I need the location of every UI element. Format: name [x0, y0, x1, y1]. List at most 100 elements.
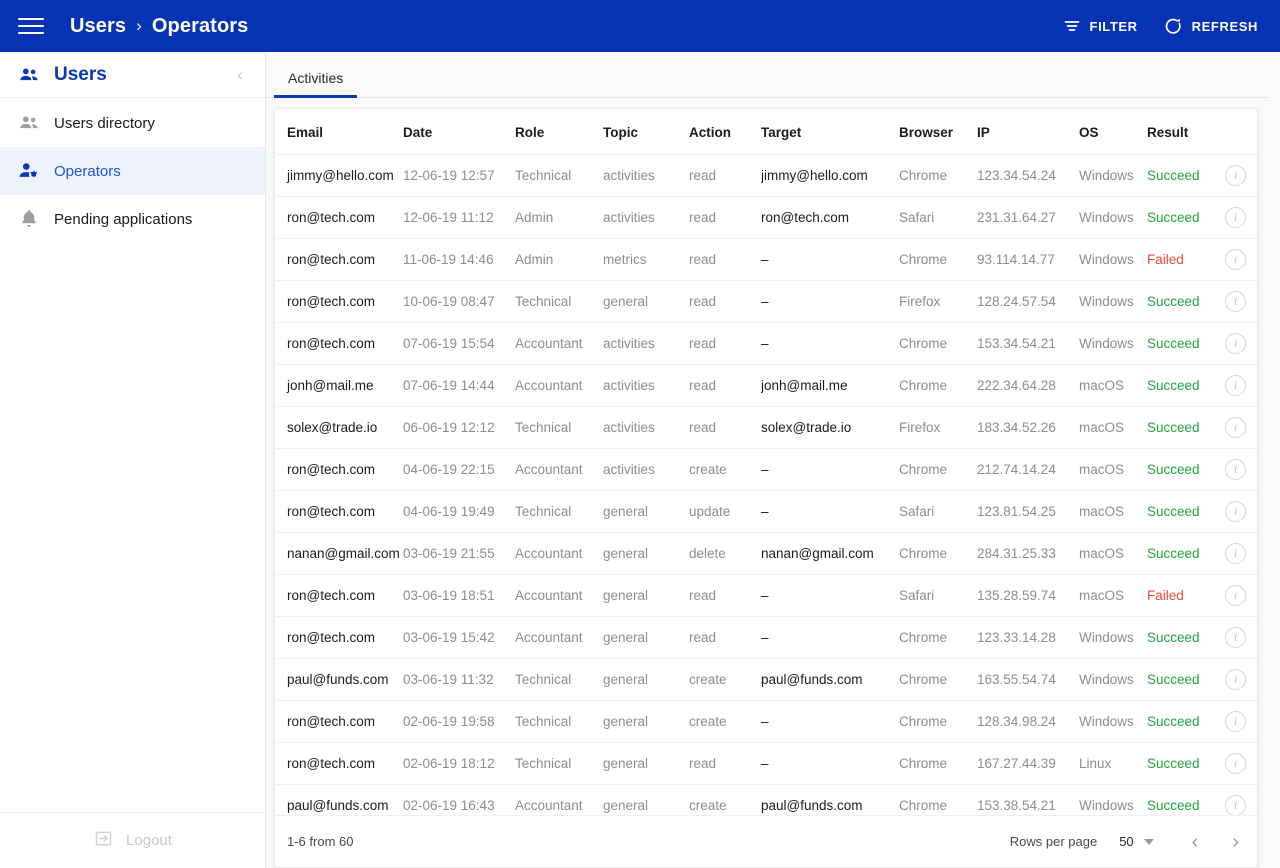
- table-row[interactable]: solex@trade.io 06-06-19 12:12 Technical act…: [275, 406, 1257, 449]
- table-row[interactable]: ron@tech.com 04-06-19 22:15 Accountant acti…: [275, 448, 1257, 491]
- info-icon[interactable]: i: [1225, 459, 1246, 480]
- cell-browser: Chrome: [899, 532, 977, 575]
- table-row[interactable]: ron@tech.com 04-06-19 19:49 Technical gener…: [275, 490, 1257, 533]
- column-header-role[interactable]: Role: [515, 109, 603, 155]
- cell-email: ron@tech.com: [275, 322, 403, 365]
- cell-browser: Chrome: [899, 364, 977, 407]
- cell-os: macOS: [1079, 406, 1147, 449]
- info-icon[interactable]: i: [1225, 501, 1246, 522]
- table-row[interactable]: paul@funds.com 02-06-19 16:43 Accountant ge…: [275, 784, 1257, 815]
- cell-date: 10-06-19 08:47: [403, 280, 515, 323]
- sidebar-item-pending-applications[interactable]: Pending applications: [0, 195, 265, 243]
- cell-os: Windows: [1079, 322, 1147, 365]
- cell-role: Technical: [515, 280, 603, 323]
- cell-info: i: [1225, 154, 1257, 197]
- cell-email: ron@tech.com: [275, 238, 403, 281]
- filter-button[interactable]: FILTER: [1063, 17, 1138, 35]
- person-settings-icon: [18, 160, 54, 182]
- people-outline-icon: [18, 112, 54, 134]
- table-row[interactable]: ron@tech.com 02-06-19 19:58 Technical gener…: [275, 700, 1257, 743]
- sidebar-item-operators[interactable]: Operators: [0, 147, 265, 195]
- info-icon[interactable]: i: [1225, 249, 1246, 270]
- cell-target: jimmy@hello.com: [761, 154, 899, 197]
- cell-action: read: [689, 742, 761, 785]
- tab-activities[interactable]: Activities: [274, 70, 358, 98]
- refresh-button[interactable]: REFRESH: [1164, 17, 1258, 36]
- sidebar-title: Users: [54, 63, 107, 85]
- column-header-action[interactable]: Action: [689, 109, 761, 155]
- table-row[interactable]: ron@tech.com 11-06-19 14:46 Admin metrics re…: [275, 238, 1257, 281]
- table-row[interactable]: ron@tech.com 07-06-19 15:54 Accountant acti…: [275, 322, 1257, 365]
- table-row[interactable]: ron@tech.com 12-06-19 11:12 Admin activitie…: [275, 196, 1257, 239]
- cell-ip: 123.33.14.28: [977, 616, 1079, 659]
- info-icon[interactable]: i: [1225, 627, 1246, 648]
- people-icon: [18, 64, 54, 86]
- cell-target: –: [761, 616, 899, 659]
- cell-result: Succeed: [1147, 742, 1225, 785]
- info-icon[interactable]: i: [1225, 207, 1246, 228]
- breadcrumb: Users › Operators: [70, 15, 248, 38]
- column-header-ip[interactable]: IP: [977, 109, 1079, 155]
- cell-role: Accountant: [515, 322, 603, 365]
- cell-os: Windows: [1079, 700, 1147, 743]
- table-row[interactable]: nanan@gmail.com 03-06-19 21:55 Accountant g…: [275, 532, 1257, 575]
- info-icon[interactable]: i: [1225, 333, 1246, 354]
- info-icon[interactable]: i: [1225, 291, 1246, 312]
- cell-info: i: [1225, 700, 1257, 743]
- chevron-left-icon[interactable]: ‹: [231, 62, 249, 87]
- column-header-email[interactable]: Email: [275, 109, 403, 155]
- cell-date: 12-06-19 12:57: [403, 154, 515, 197]
- cell-target: –: [761, 280, 899, 323]
- info-icon[interactable]: i: [1225, 417, 1246, 438]
- table-row[interactable]: jonh@mail.me 07-06-19 14:44 Accountant acti…: [275, 364, 1257, 407]
- logout-button[interactable]: Logout: [0, 812, 265, 868]
- cell-email: ron@tech.com: [275, 448, 403, 491]
- cell-email: paul@funds.com: [275, 784, 403, 815]
- cell-role: Admin: [515, 196, 603, 239]
- table-row[interactable]: ron@tech.com 02-06-19 18:12 Technical gener…: [275, 742, 1257, 785]
- sidebar-header: Users ‹: [0, 52, 265, 98]
- cell-os: Windows: [1079, 784, 1147, 815]
- info-icon[interactable]: i: [1225, 585, 1246, 606]
- info-icon[interactable]: i: [1225, 795, 1246, 815]
- next-page-button[interactable]: ›: [1228, 830, 1243, 854]
- column-header-date[interactable]: Date: [403, 109, 515, 155]
- cell-date: 02-06-19 19:58: [403, 700, 515, 743]
- cell-os: macOS: [1079, 574, 1147, 617]
- column-header-info: [1225, 109, 1257, 155]
- info-icon[interactable]: i: [1225, 543, 1246, 564]
- table-row[interactable]: jimmy@hello.com 12-06-19 12:57 Technical ac…: [275, 154, 1257, 197]
- cell-topic: activities: [603, 196, 689, 239]
- breadcrumb-item-operators[interactable]: Operators: [152, 15, 249, 38]
- table-footer: 1-6 from 60 Rows per page 50 ‹ ›: [275, 815, 1257, 867]
- prev-page-button[interactable]: ‹: [1188, 830, 1203, 854]
- column-header-target[interactable]: Target: [761, 109, 899, 155]
- breadcrumb-item-users[interactable]: Users: [70, 15, 126, 38]
- refresh-label: REFRESH: [1191, 18, 1258, 34]
- cell-target: nanan@gmail.com: [761, 532, 899, 575]
- column-header-os[interactable]: OS: [1079, 109, 1147, 155]
- table-row[interactable]: paul@funds.com 03-06-19 11:32 Technical gen…: [275, 658, 1257, 701]
- table-row[interactable]: ron@tech.com 10-06-19 08:47 Technical gener…: [275, 280, 1257, 323]
- column-header-browser[interactable]: Browser: [899, 109, 977, 155]
- table-scroll-area[interactable]: Email Date Role Topic Action Target Brow…: [275, 109, 1257, 815]
- cell-result: Succeed: [1147, 700, 1225, 743]
- cell-action: create: [689, 658, 761, 701]
- info-icon[interactable]: i: [1225, 753, 1246, 774]
- table-row[interactable]: ron@tech.com 03-06-19 15:42 Accountant gene…: [275, 616, 1257, 659]
- cell-result: Succeed: [1147, 784, 1225, 815]
- sidebar-item-label: Users directory: [54, 114, 155, 132]
- cell-role: Technical: [515, 742, 603, 785]
- rows-per-page-select[interactable]: 50: [1119, 834, 1154, 849]
- info-icon[interactable]: i: [1225, 375, 1246, 396]
- table-row[interactable]: ron@tech.com 03-06-19 18:51 Accountant gene…: [275, 574, 1257, 617]
- table-head: Email Date Role Topic Action Target Brow…: [275, 109, 1257, 155]
- column-header-result[interactable]: Result: [1147, 109, 1225, 155]
- hamburger-icon[interactable]: [18, 13, 44, 39]
- cell-topic: activities: [603, 364, 689, 407]
- info-icon[interactable]: i: [1225, 711, 1246, 732]
- column-header-topic[interactable]: Topic: [603, 109, 689, 155]
- info-icon[interactable]: i: [1225, 165, 1246, 186]
- info-icon[interactable]: i: [1225, 669, 1246, 690]
- sidebar-item-users-directory[interactable]: Users directory: [0, 99, 265, 147]
